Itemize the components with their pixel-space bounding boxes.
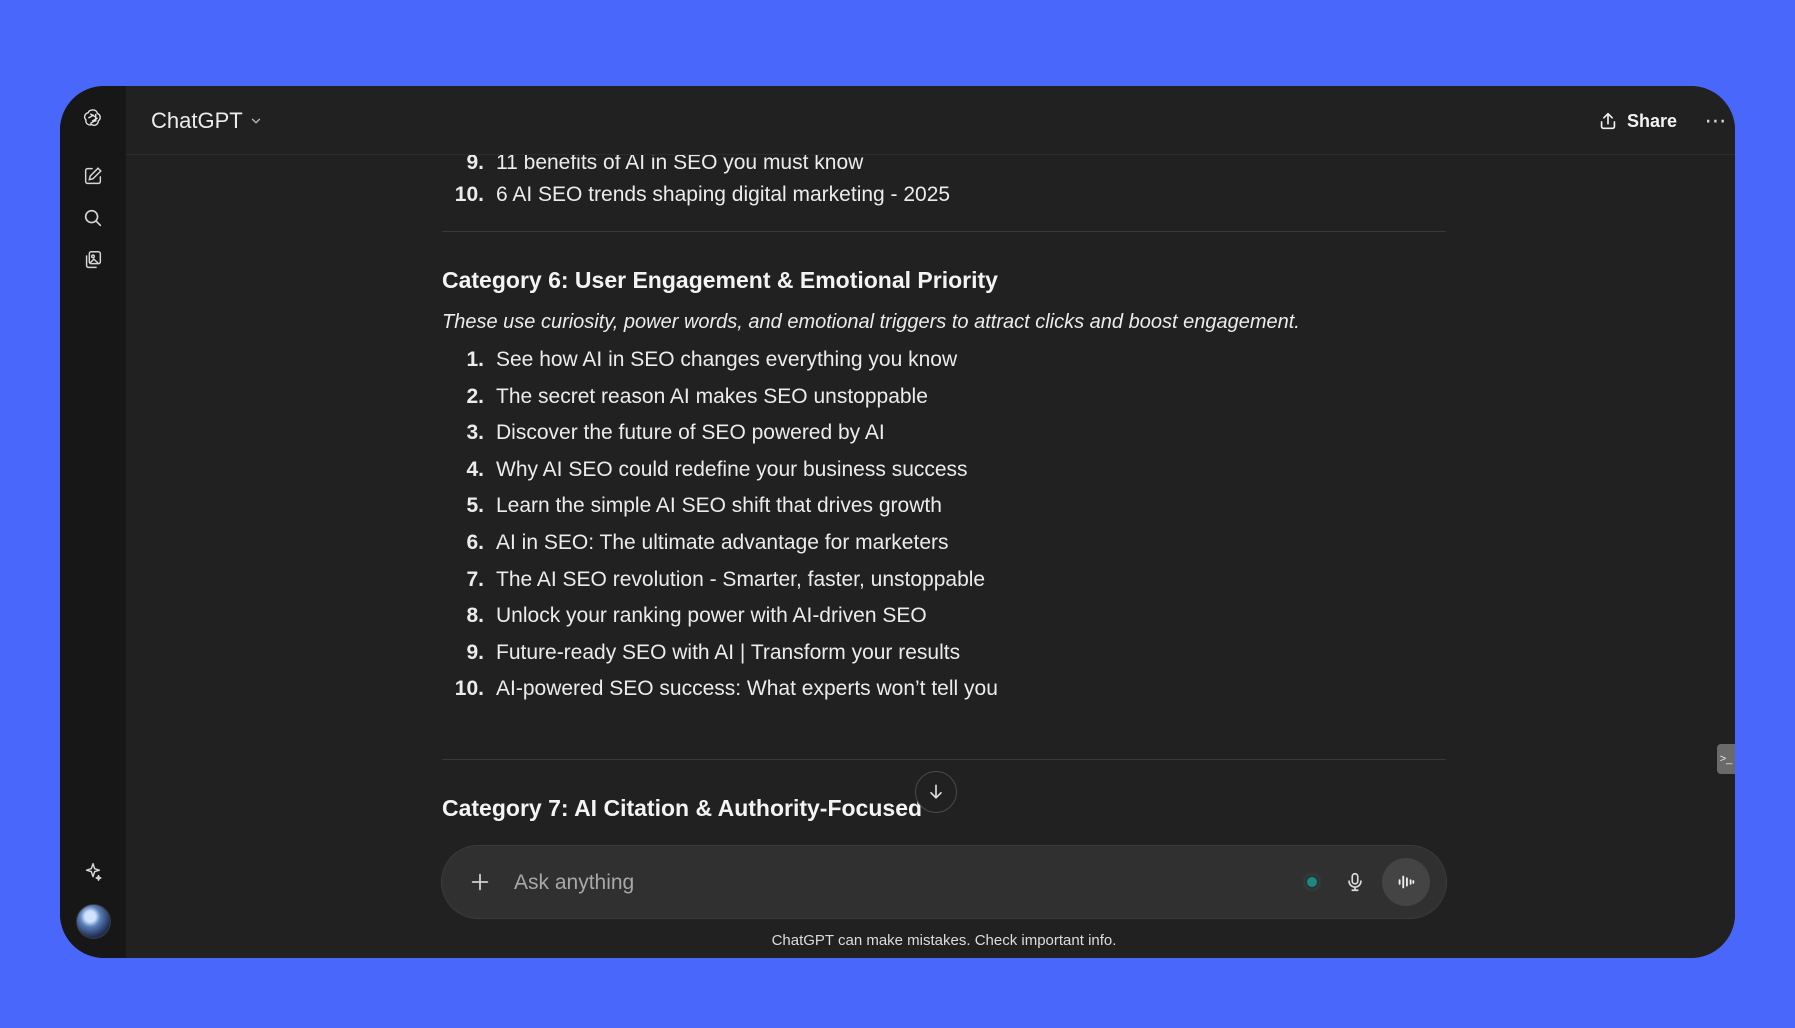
list-item: 4. Why AI SEO could redefine your busines… [466, 458, 968, 481]
list-item: 10. 6 AI SEO trends shaping digital marke… [454, 183, 951, 206]
list-item: 3. Discover the future of SEO powered by … [466, 421, 885, 444]
share-icon [1600, 112, 1616, 130]
scroll-down-button[interactable] [915, 771, 957, 813]
search-icon[interactable] [77, 202, 109, 234]
divider [442, 759, 1446, 760]
side-panel-toggle[interactable]: >_ [1717, 744, 1735, 774]
category-7-heading: Category 7: AI Citation & Authority-Focu… [442, 795, 923, 821]
share-button[interactable]: Share [1597, 104, 1677, 138]
category-6-intro: These use curiosity, power words, and em… [442, 311, 1300, 333]
new-chat-icon[interactable] [77, 160, 109, 192]
sidebar-rail [60, 86, 126, 958]
divider [442, 231, 1446, 232]
status-dot [1307, 877, 1317, 887]
list-item: 8. Unlock your ranking power with AI-driv… [466, 604, 927, 627]
list-item: 9. Future-ready SEO with AI | Transform y… [466, 641, 961, 664]
sparkle-icon[interactable] [77, 856, 109, 888]
app-window: ChatGPT Share ⋯ 9. 11 benefits of AI in S… [60, 86, 1735, 958]
list-item: 9. 11 benefits of AI in SEO you must know [466, 154, 864, 174]
library-icon[interactable] [77, 244, 109, 276]
prompt-input[interactable] [512, 866, 1276, 900]
chevron-down-icon [251, 118, 260, 124]
top-bar: ChatGPT Share ⋯ [126, 86, 1735, 155]
list-item: 6. AI in SEO: The ultimate advantage for … [466, 531, 949, 554]
voice-mode-button[interactable] [1382, 858, 1430, 906]
openai-logo-icon[interactable] [77, 102, 109, 134]
list-item: 2. The secret reason AI makes SEO unstopp… [466, 385, 928, 408]
list-item: 7. The AI SEO revolution - Smarter, faste… [466, 568, 986, 591]
more-options-icon[interactable]: ⋯ [1699, 104, 1733, 138]
list-item: 5. Learn the simple AI SEO shift that dri… [466, 494, 942, 517]
model-name: ChatGPT [151, 108, 243, 133]
arrow-down-icon [930, 784, 942, 799]
category-6-heading: Category 6: User Engagement & Emotional … [442, 267, 998, 293]
model-picker[interactable]: ChatGPT [151, 106, 263, 136]
composer [442, 846, 1446, 918]
share-label: Share [1626, 110, 1677, 131]
waveform-icon [1398, 875, 1415, 889]
list-item: 10. AI-powered SEO success: What experts … [454, 677, 998, 700]
list-item: 1. See how AI in SEO changes everything y… [466, 348, 958, 371]
avatar[interactable] [76, 904, 111, 939]
microphone-icon[interactable] [1337, 864, 1373, 900]
plus-icon[interactable] [462, 864, 498, 900]
disclaimer: ChatGPT can make mistakes. Check importa… [771, 932, 1117, 949]
